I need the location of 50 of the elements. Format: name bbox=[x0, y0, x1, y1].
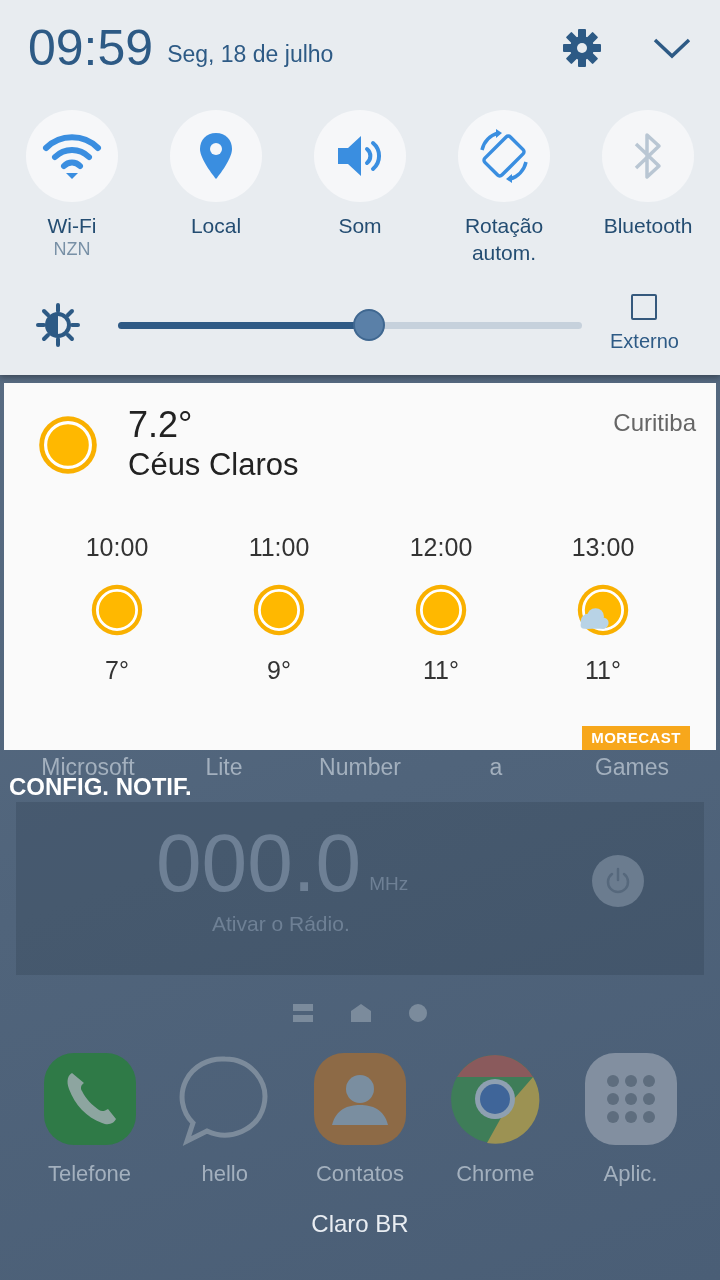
toggle-label: Som bbox=[338, 213, 382, 239]
bluetooth-icon bbox=[633, 131, 663, 181]
sun-icon bbox=[36, 413, 100, 477]
forecast-time: 11:00 bbox=[248, 531, 310, 563]
temperature-text: 7.2° bbox=[128, 405, 194, 445]
forecast-temperature: 11° bbox=[585, 655, 621, 687]
page-list-icon[interactable] bbox=[293, 1004, 313, 1022]
app-label: hello bbox=[201, 1160, 248, 1188]
speaker-icon bbox=[336, 133, 384, 179]
app-label: Contatos bbox=[315, 1160, 405, 1188]
power-button[interactable] bbox=[592, 855, 644, 907]
checkbox-label: Externo bbox=[610, 329, 679, 354]
notification-settings-link[interactable]: CONFIG. NOTIF. bbox=[0, 774, 192, 801]
map-pin-icon bbox=[198, 131, 234, 181]
checkbox[interactable] bbox=[631, 294, 658, 320]
brand-logo: MORECAST bbox=[582, 725, 690, 750]
page-dot-icon[interactable] bbox=[409, 1004, 427, 1022]
brightness-slider[interactable] bbox=[118, 309, 582, 341]
forecast-temperature: 7° bbox=[105, 655, 129, 687]
contact-app-icon[interactable] bbox=[312, 1051, 408, 1147]
forecast-temperature: 9° bbox=[267, 655, 291, 687]
forecast-time: 13:00 bbox=[571, 531, 635, 563]
wifi-icon bbox=[42, 133, 102, 179]
forecast-temperature: 11° bbox=[423, 655, 459, 687]
app-label: a bbox=[488, 753, 504, 776]
app-label: Telefone bbox=[47, 1160, 132, 1188]
carrier-name: Claro BR bbox=[311, 1209, 409, 1239]
toggle-label: Local bbox=[190, 213, 242, 239]
city-name: Curitiba bbox=[613, 408, 696, 438]
settings-icon[interactable] bbox=[562, 27, 602, 68]
forecast-time: 10:00 bbox=[85, 531, 149, 563]
date-text: Seg, 18 de julho bbox=[167, 40, 334, 70]
app-label: Games bbox=[593, 753, 671, 776]
phone-app-icon[interactable] bbox=[41, 1051, 138, 1147]
clock-time: 09:59 bbox=[28, 22, 154, 73]
app-label: Number bbox=[318, 753, 402, 776]
app-label: Microsoft bbox=[41, 753, 135, 776]
toggle-label: Bluetooth bbox=[603, 213, 693, 239]
app-label: Aplic. bbox=[603, 1160, 658, 1188]
brightness-icon bbox=[36, 303, 80, 347]
toggle-label: Rotação autom. bbox=[463, 213, 545, 267]
toggle-label: Wi-Fi bbox=[47, 213, 97, 239]
weather-condition: Céus Claros bbox=[128, 445, 300, 484]
app-grid-icon[interactable] bbox=[582, 1051, 679, 1147]
home-icon[interactable] bbox=[351, 1004, 371, 1022]
network-name: NZN bbox=[53, 239, 91, 261]
app-label: Chrome bbox=[456, 1160, 535, 1188]
slider-thumb[interactable] bbox=[352, 309, 385, 341]
forecast-time: 12:00 bbox=[409, 531, 473, 563]
app-label: Lite bbox=[204, 753, 244, 776]
